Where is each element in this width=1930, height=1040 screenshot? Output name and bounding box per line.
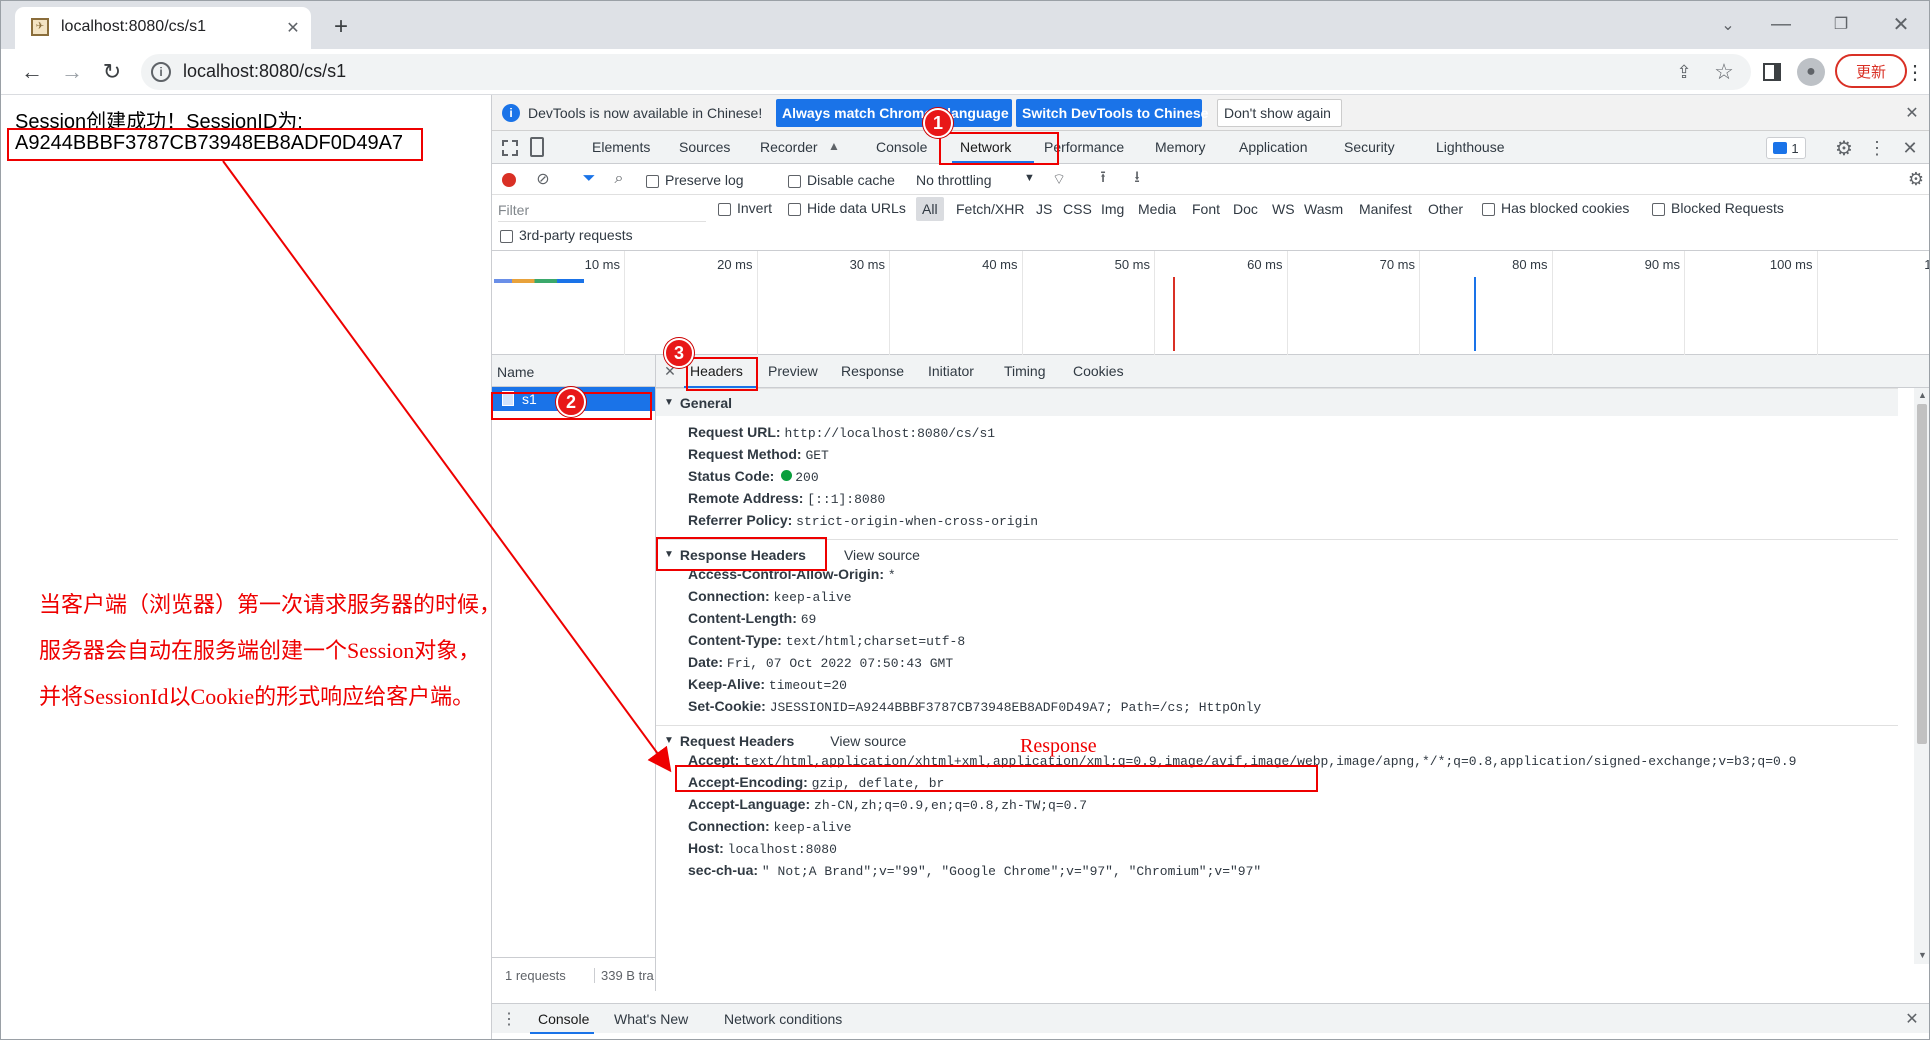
annotation-arrow — [222, 160, 672, 773]
